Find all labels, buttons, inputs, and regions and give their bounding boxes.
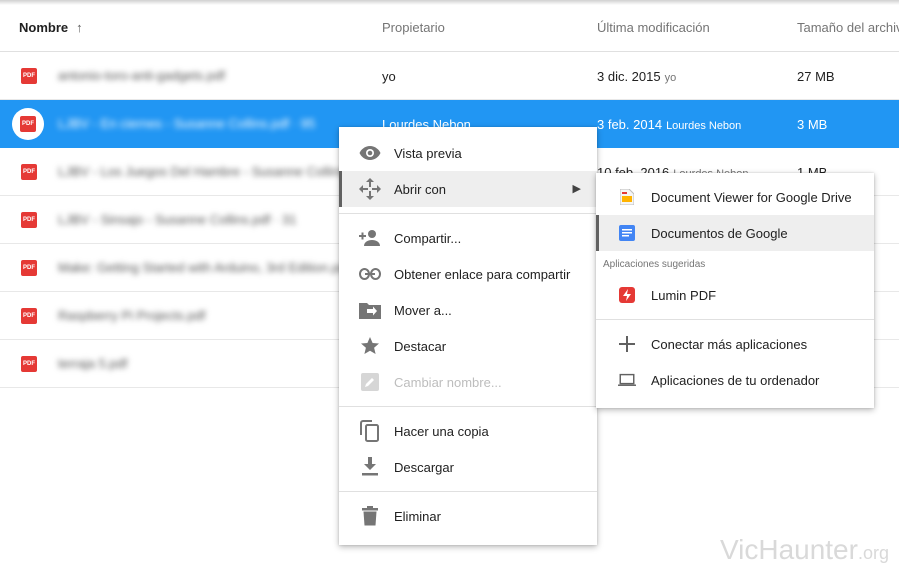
laptop-icon (618, 371, 636, 389)
menu-item-preview[interactable]: Vista previa (339, 135, 597, 171)
pdf-file-icon: PDF (21, 260, 37, 276)
move-arrows-icon (359, 178, 381, 200)
copy-icon (359, 420, 381, 442)
arrow-up-icon[interactable]: ↑ (76, 20, 83, 35)
menu-item-delete[interactable]: Eliminar (339, 498, 597, 534)
file-name: Raspberry Pi Projects.pdf (58, 308, 206, 323)
column-modified-header[interactable]: Última modificación (597, 20, 710, 35)
file-name: LJBV - Los Juegos Del Hambre - Susanne C… (58, 164, 368, 179)
download-icon (359, 457, 381, 477)
menu-divider (339, 213, 597, 214)
column-name-header[interactable]: Nombre ↑ (19, 20, 83, 35)
edit-icon (359, 372, 381, 392)
eye-icon (359, 143, 381, 163)
pdf-file-icon: PDF (20, 116, 36, 132)
context-menu: Vista previa Abrir con ▶ Compartir... Ob… (339, 127, 597, 545)
lumin-pdf-icon (618, 286, 636, 304)
watermark-logo: VicHaunter.org (719, 534, 889, 565)
pdf-file-icon: PDF (21, 68, 37, 84)
link-icon (359, 264, 381, 284)
menu-item-move[interactable]: Mover a... (339, 292, 597, 328)
file-name: LJBV - En ciernes - Susanne Collins.pdf … (58, 116, 316, 131)
file-name: antonio-toro-anti-gadgets.pdf (58, 68, 225, 83)
file-owner: yo (382, 69, 396, 84)
menu-item-download[interactable]: Descargar (339, 449, 597, 485)
suggested-apps-heading: Aplicaciones sugeridas (603, 259, 706, 270)
plus-icon (618, 335, 636, 353)
table-header: Nombre ↑ Propietario Última modificación … (0, 5, 899, 52)
file-modified: 3 feb. 2014 Lourdes Nebon (597, 117, 742, 132)
file-modified: 3 dic. 2015 yo (597, 69, 677, 84)
submenu-item-google-docs[interactable]: Documentos de Google (596, 215, 874, 251)
menu-item-open-with[interactable]: Abrir con ▶ (339, 171, 597, 207)
chevron-right-icon: ▶ (572, 183, 581, 195)
document-viewer-icon (618, 188, 636, 206)
trash-icon (359, 506, 381, 526)
column-owner-header[interactable]: Propietario (382, 20, 445, 35)
file-size: 3 MB (797, 117, 828, 132)
submenu-item-computer-apps[interactable]: Aplicaciones de tu ordenador (596, 362, 874, 398)
menu-divider (339, 491, 597, 492)
file-size: 27 MB (797, 69, 835, 84)
submenu-item-lumin-pdf[interactable]: Lumin PDF (596, 277, 874, 313)
add-person-icon (359, 228, 381, 248)
menu-item-share[interactable]: Compartir... (339, 220, 597, 256)
menu-item-rename[interactable]: Cambiar nombre... (339, 364, 597, 400)
folder-move-icon (359, 300, 381, 320)
column-size-header[interactable]: Tamaño del archivo (797, 20, 899, 35)
file-name: LJBV - Sinsajo - Susanne Collins.pdf · 3… (58, 212, 297, 227)
pdf-file-icon: PDF (21, 164, 37, 180)
pdf-file-icon: PDF (21, 308, 37, 324)
menu-divider (339, 406, 597, 407)
pdf-file-icon: PDF (21, 356, 37, 372)
selected-file-badge: PDF (12, 108, 44, 140)
submenu-divider (596, 319, 874, 320)
table-row[interactable]: PDF antonio-toro-anti-gadgets.pdf yo 3 d… (0, 52, 899, 100)
menu-item-make-copy[interactable]: Hacer una copia (339, 413, 597, 449)
submenu-item-document-viewer[interactable]: Document Viewer for Google Drive (596, 179, 874, 215)
google-docs-icon (618, 224, 636, 242)
submenu-item-connect-apps[interactable]: Conectar más aplicaciones (596, 326, 874, 362)
star-icon (359, 336, 381, 356)
menu-item-get-link[interactable]: Obtener enlace para compartir (339, 256, 597, 292)
menu-item-star[interactable]: Destacar (339, 328, 597, 364)
pdf-file-icon: PDF (21, 212, 37, 228)
open-with-submenu: Document Viewer for Google Drive Documen… (596, 173, 874, 408)
file-name: Make: Getting Started with Arduino, 3rd … (58, 260, 350, 275)
file-name: terraja 5.pdf (58, 356, 128, 371)
